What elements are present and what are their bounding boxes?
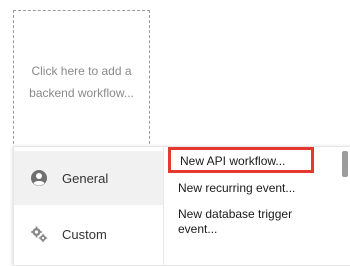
scrollbar-thumb[interactable] [342, 151, 348, 177]
category-label: General [62, 170, 109, 186]
person-circle-icon [30, 169, 48, 187]
category-list: General Custom [14, 147, 164, 265]
new-workflow-dropdown-menu: General Custom New API workflow... New r… [13, 146, 350, 266]
new-database-trigger-event-option[interactable]: New database trigger event... [178, 207, 328, 237]
new-recurring-event-option[interactable]: New recurring event... [178, 181, 295, 196]
option-list: New API workflow... New recurring event.… [164, 147, 350, 265]
new-api-workflow-option[interactable]: New API workflow... [168, 147, 314, 173]
category-general[interactable]: General [14, 151, 163, 205]
category-custom[interactable]: Custom [14, 207, 163, 261]
add-backend-workflow-placeholder[interactable]: Click here to add a backend workflow... [13, 10, 150, 154]
category-label: Custom [62, 226, 107, 242]
placeholder-text: Click here to add a backend workflow... [29, 64, 134, 100]
gears-icon [30, 225, 48, 243]
